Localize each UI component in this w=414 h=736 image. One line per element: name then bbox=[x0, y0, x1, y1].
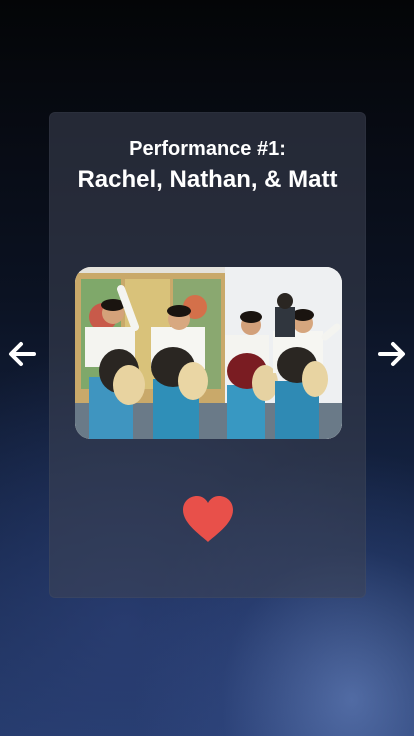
like-heart-button[interactable] bbox=[180, 494, 236, 544]
performance-photo bbox=[75, 267, 342, 439]
arrow-left-icon bbox=[9, 342, 36, 366]
previous-performance-button[interactable] bbox=[2, 334, 42, 374]
next-performance-button[interactable] bbox=[372, 334, 412, 374]
heart-icon bbox=[183, 496, 233, 542]
performance-number: Performance #1: bbox=[129, 138, 286, 160]
performance-photo-image bbox=[75, 267, 342, 439]
performance-card: Performance #1: Rachel, Nathan, & Matt bbox=[49, 112, 366, 598]
arrow-right-icon bbox=[378, 342, 405, 366]
performer-names: Rachel, Nathan, & Matt bbox=[77, 166, 338, 193]
